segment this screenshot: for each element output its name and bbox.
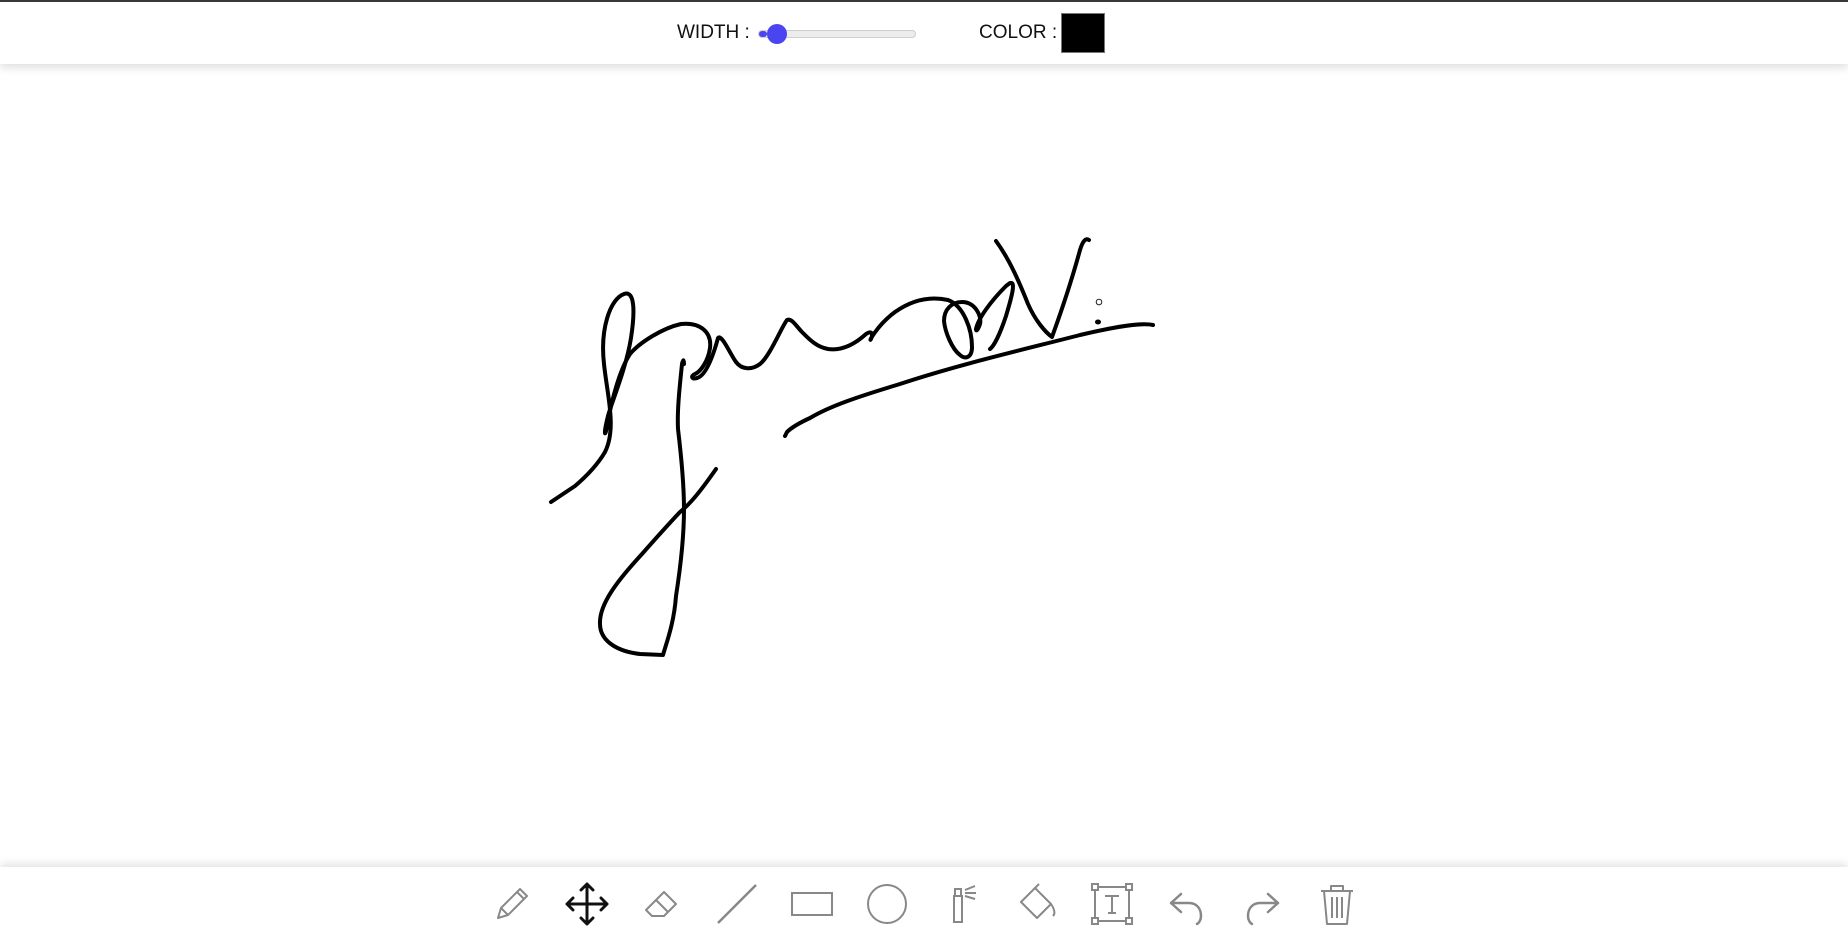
- spray-tool-button[interactable]: [938, 880, 986, 928]
- trash-icon: [1321, 885, 1353, 925]
- drawing-canvas[interactable]: [0, 64, 1848, 867]
- width-label: WIDTH :: [677, 22, 750, 43]
- drawn-stroke-v: [994, 237, 1091, 339]
- fill-bucket-icon: [1020, 883, 1056, 919]
- clear-button[interactable]: [1313, 880, 1361, 928]
- line-icon: [717, 884, 757, 924]
- drawn-stroke-main: [549, 280, 1015, 504]
- fill-tool-button[interactable]: [1013, 880, 1061, 928]
- brush-cursor-indicator: [1095, 298, 1103, 306]
- pencil-icon: [497, 888, 528, 919]
- circle-icon: [867, 884, 907, 924]
- bottom-toolbar: [0, 867, 1848, 950]
- text-icon: [1091, 883, 1133, 925]
- eraser-icon: [645, 891, 677, 917]
- color-picker-swatch[interactable]: [1061, 13, 1105, 53]
- move-tool-button[interactable]: [563, 880, 611, 928]
- undo-icon: [1169, 892, 1203, 926]
- width-slider-thumb[interactable]: [766, 24, 787, 44]
- line-tool-button[interactable]: [713, 880, 761, 928]
- text-tool-button[interactable]: [1088, 880, 1136, 928]
- redo-icon: [1246, 892, 1280, 926]
- width-slider-fill: [759, 31, 767, 37]
- move-icon: [565, 882, 609, 926]
- top-toolbar: WIDTH : COLOR :: [0, 2, 1848, 64]
- undo-button[interactable]: [1163, 880, 1211, 928]
- rectangle-tool-button[interactable]: [788, 880, 836, 928]
- pencil-tool-button[interactable]: [488, 880, 536, 928]
- drawn-stroke-underline: [783, 322, 1155, 438]
- drawn-dot: [1095, 319, 1101, 325]
- drawn-stroke-descender: [597, 358, 718, 657]
- drawing-svg: [549, 237, 1155, 657]
- circle-tool-button[interactable]: [863, 880, 911, 928]
- eraser-tool-button[interactable]: [638, 880, 686, 928]
- redo-button[interactable]: [1238, 880, 1286, 928]
- spray-icon: [953, 885, 976, 923]
- rectangle-icon: [791, 892, 833, 916]
- color-label: COLOR :: [979, 22, 1058, 43]
